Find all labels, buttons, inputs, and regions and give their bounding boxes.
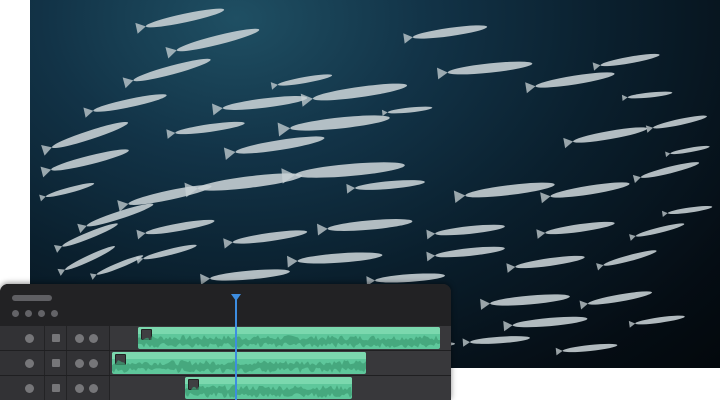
fish-shape [480,294,570,310]
fish-shape [665,145,710,158]
track-mute-solo-buttons[interactable] [67,326,110,350]
track-lock-button[interactable] [45,376,67,400]
audio-waveform [112,360,366,373]
fish-shape [40,149,129,178]
playhead-line[interactable] [235,296,237,400]
header-control-dot-icon[interactable] [12,310,19,317]
fish-shape [596,250,657,271]
track-mute-icon[interactable] [75,334,84,343]
timeline-editor [0,284,451,400]
fish-shape [426,224,505,240]
fish-shape [629,223,685,241]
fish-shape [632,162,700,184]
track-toggle-icon [25,334,34,343]
track-toggle-icon [25,359,34,368]
fish-shape [77,203,154,234]
fish-shape [165,28,260,59]
fish-shape [346,180,425,194]
track-mute-icon[interactable] [75,359,84,368]
fish-shape [39,183,95,202]
fish-shape [300,83,408,107]
fish-shape [200,269,290,285]
fish-shape [503,316,588,332]
audio-clip[interactable] [138,327,440,349]
timeline-header [0,284,451,326]
fish-shape [316,219,413,236]
fish-shape [223,136,325,160]
track-solo-icon[interactable] [89,384,98,393]
fish-shape [223,230,308,249]
fish-shape [661,206,713,218]
track-solo-icon[interactable] [89,334,98,343]
fish-shape [426,246,505,262]
fish-shape [135,244,197,264]
track-toggle-button[interactable] [0,326,45,350]
track-mute-solo-buttons[interactable] [67,351,110,375]
fish-shape [628,315,685,328]
header-control-dot-icon[interactable] [38,310,45,317]
track-mute-solo-buttons[interactable] [67,376,110,400]
fish-shape [536,221,615,239]
fish-shape [592,53,660,71]
fish-shape [136,219,215,240]
audio-clip[interactable] [112,352,366,374]
track-lock-icon [52,334,60,342]
track-toggle-button[interactable] [0,376,45,400]
audio-waveform [138,335,440,348]
fish-shape [270,74,333,90]
fish-shape [540,182,630,204]
fish-shape [83,94,167,118]
timeline-track [0,351,451,375]
timeline-title-bar [12,295,52,301]
track-toggle-icon [25,384,34,393]
track-lock-button[interactable] [45,326,67,350]
track-solo-icon[interactable] [89,359,98,368]
timeline-track [0,326,451,350]
fish-shape [211,96,308,116]
playhead-handle-icon[interactable] [231,294,241,301]
fish-shape [555,343,618,356]
fish-shape [281,162,405,184]
track-lock-button[interactable] [45,351,67,375]
fish-shape [563,127,647,149]
fish-shape [621,91,673,102]
track-toggle-button[interactable] [0,351,45,375]
track-mute-icon[interactable] [75,384,84,393]
header-control-dot-icon[interactable] [51,310,58,317]
fish-shape [403,25,488,44]
fish-shape [117,185,212,212]
track-lock-icon [52,359,60,367]
fish-shape [41,121,129,156]
fish-shape [166,121,245,139]
header-control-dot-icon[interactable] [25,310,32,317]
fish-shape [579,291,653,310]
track-lock-icon [52,384,60,392]
fish-shape [381,106,433,117]
audio-waveform [185,385,352,398]
fish-shape [122,58,211,89]
fish-shape [436,61,533,80]
fish-shape [287,252,383,268]
audio-clip[interactable] [185,377,352,399]
fish-shape [135,8,225,34]
fish-shape [277,115,390,137]
fish-shape [453,182,555,204]
fish-shape [525,72,615,94]
timeline-track [0,376,451,400]
fish-shape [462,336,530,347]
fish-shape [645,115,707,133]
fish-shape [506,255,585,273]
